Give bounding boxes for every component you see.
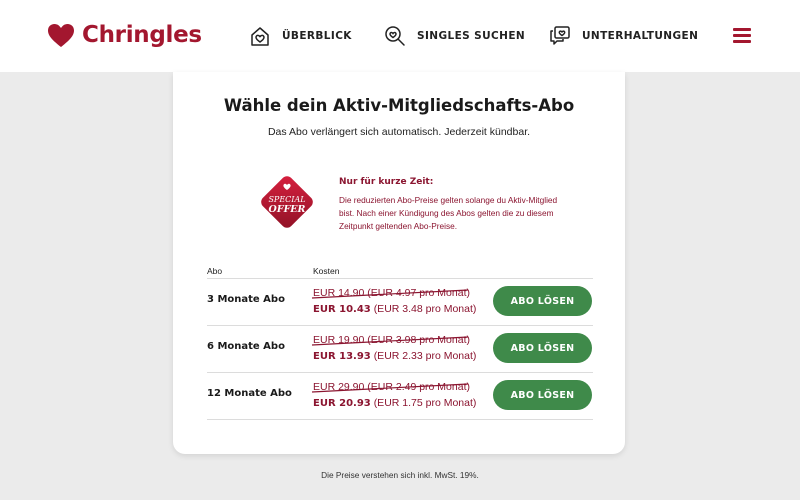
strikethrough-mark: [311, 336, 469, 346]
menu-bar: [733, 40, 751, 43]
vat-note: Die Preise verstehen sich inkl. MwSt. 19…: [321, 470, 479, 480]
offer-title: Nur für kurze Zeit:: [339, 177, 434, 187]
new-price-total: EUR 20.93: [313, 398, 371, 409]
abo-loesen-button-6-monate[interactable]: ABO LÖSEN: [493, 333, 592, 363]
table-row: 12 Monate Abo EUR 29.90 (EUR 2.49 pro Mo…: [207, 372, 593, 419]
badge-text-line1: SPECIAL: [268, 195, 305, 204]
table-header-abo: Abo: [207, 266, 223, 276]
new-price: EUR 10.43 (EUR 3.48 pro Monat): [313, 303, 476, 315]
plan-name: 3 Monate Abo: [207, 294, 285, 305]
new-price-total: EUR 13.93: [313, 351, 371, 362]
search-heart-icon: [385, 26, 405, 46]
page-title: Wähle dein Aktiv-Mitgliedschafts-Abo: [223, 96, 575, 115]
table-row: 6 Monate Abo EUR 19.90 (EUR 3.98 pro Mon…: [207, 325, 593, 372]
badge-text-line2: OFFER: [269, 204, 306, 215]
abo-loesen-button-3-monate[interactable]: ABO LÖSEN: [493, 286, 592, 316]
nav-item-ueberblick[interactable]: ÜBERBLICK: [249, 22, 352, 50]
chat-heart-icon: [550, 26, 570, 45]
brand-name: Chringles: [82, 22, 202, 48]
nav-label: UNTERHALTUNGEN: [582, 30, 699, 42]
subscription-card: Wähle dein Aktiv-Mitgliedschafts-Abo Das…: [173, 72, 625, 454]
strikethrough-mark: [311, 383, 469, 393]
new-price: EUR 13.93 (EUR 2.33 pro Monat): [313, 350, 476, 362]
new-price-monthly: (EUR 2.33 pro Monat): [373, 350, 477, 362]
hamburger-menu-icon[interactable]: [731, 26, 753, 44]
new-price-monthly: (EUR 1.75 pro Monat): [373, 397, 477, 409]
table-row: 3 Monate Abo EUR 14.90 (EUR 4.97 pro Mon…: [207, 278, 593, 325]
nav-label: ÜBERBLICK: [282, 30, 352, 42]
strikethrough-mark: [311, 289, 469, 299]
table-divider: [207, 419, 593, 420]
home-heart-icon: [251, 27, 269, 46]
top-navigation-bar: Chringles ÜBERBLICK SINGLES SUCHEN UNTER…: [0, 0, 800, 72]
new-price-total: EUR 10.43: [313, 304, 371, 315]
new-price: EUR 20.93 (EUR 1.75 pro Monat): [313, 397, 476, 409]
brand-logo[interactable]: Chringles: [47, 18, 202, 52]
plan-name: 12 Monate Abo: [207, 388, 292, 399]
table-header-kosten: Kosten: [313, 266, 340, 276]
nav-item-singles-suchen[interactable]: SINGLES SUCHEN: [384, 22, 525, 50]
heart-logo-icon: [48, 23, 74, 47]
page-subtitle: Das Abo verlängert sich automatisch. Jed…: [267, 126, 531, 138]
menu-bar: [733, 28, 751, 31]
plan-name: 6 Monate Abo: [207, 341, 285, 352]
nav-item-unterhaltungen[interactable]: UNTERHALTUNGEN: [549, 22, 698, 50]
nav-label: SINGLES SUCHEN: [417, 30, 526, 42]
offer-description: Die reduzierten Abo-Preise gelten solang…: [339, 195, 558, 231]
special-offer-badge-icon: SPECIAL OFFER: [261, 176, 313, 228]
new-price-monthly: (EUR 3.48 pro Monat): [373, 303, 477, 315]
menu-bar: [733, 34, 751, 37]
abo-loesen-button-12-monate[interactable]: ABO LÖSEN: [493, 380, 592, 410]
